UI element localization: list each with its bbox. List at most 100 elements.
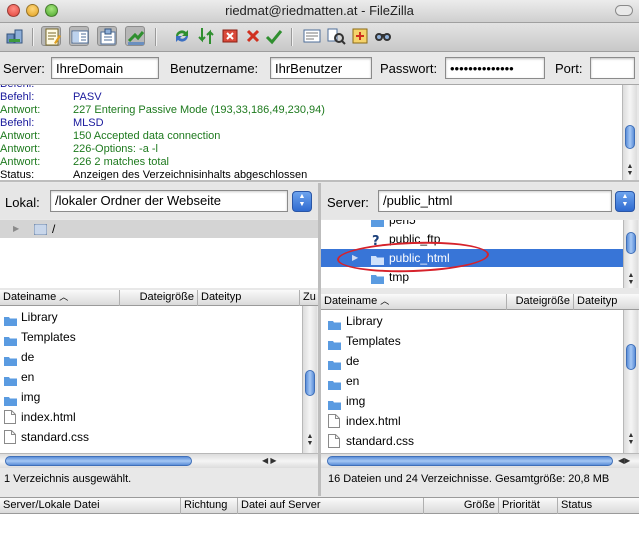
tree-row-root[interactable]: ▶ / (0, 220, 318, 238)
queue-col-size[interactable]: Größe (424, 498, 499, 514)
local-list-vscroll-arrows[interactable]: ▲ ▼ (305, 433, 315, 447)
remote-hscroll-arrows[interactable]: ◀▶ (618, 456, 630, 465)
remote-list-hscroll-thumb[interactable] (327, 456, 613, 466)
tree-item-label: / (52, 222, 56, 236)
find-icon[interactable] (373, 26, 393, 46)
log-toggle-icon[interactable] (41, 26, 61, 46)
remote-tree-scrollbar[interactable]: ▲ ▼ (623, 220, 638, 288)
remote-file-list: Library Templates de en img index.html standar… (321, 310, 623, 453)
local-list-vscroll-thumb[interactable] (305, 370, 315, 396)
reconnect-icon[interactable] (264, 26, 284, 46)
local-col-type[interactable]: Dateityp (198, 290, 300, 306)
file-list-row[interactable]: standard.css (321, 431, 623, 451)
queue-col-priority[interactable]: Priorität (499, 498, 558, 514)
local-path-dropdown-button[interactable]: ▲ ▼ (292, 191, 312, 212)
file-list-row[interactable]: Library (0, 307, 302, 327)
tree-item-label: perl5 (389, 220, 416, 227)
file-name: standard.css (21, 430, 90, 444)
file-name: de (346, 354, 360, 368)
disconnect-icon[interactable] (243, 26, 263, 46)
filter-icon[interactable] (302, 26, 322, 46)
remote-path-dropdown-button[interactable]: ▲ ▼ (615, 191, 635, 212)
toolbar-separator (32, 28, 34, 46)
file-list-row[interactable]: de (0, 347, 302, 367)
file-name: index.html (21, 410, 76, 424)
file-list-row[interactable]: de (321, 351, 623, 371)
queue-col-direction[interactable]: Richtung (181, 498, 238, 514)
remote-col-size[interactable]: Dateigröße (507, 294, 574, 310)
remote-col-name[interactable]: Dateiname ︿ (321, 294, 507, 310)
local-path-input[interactable]: /lokaler Ordner der Webseite (50, 190, 288, 212)
toolbar-separator (291, 28, 293, 46)
local-col-name[interactable]: Dateiname ︿ (0, 290, 120, 306)
log-scrollbar[interactable]: ▲ ▼ (622, 85, 637, 180)
sort-ascending-icon: ︿ (380, 296, 390, 306)
remote-tree-item[interactable]: perl5 (321, 220, 623, 229)
file-list-row[interactable]: index.html (321, 411, 623, 431)
remote-path-input[interactable]: /public_html (378, 190, 612, 212)
queue-header: Server/Lokale Datei Richtung Datei auf S… (0, 498, 639, 514)
file-list-row[interactable]: Templates (321, 331, 623, 351)
refresh-icon[interactable] (172, 26, 192, 46)
queue-col-remote-file[interactable]: Datei auf Server (238, 498, 424, 514)
file-list-row[interactable]: Library (321, 311, 623, 331)
queue-toggle-icon[interactable] (125, 26, 145, 46)
log-row: Antwort: 226-Options: -a -l (0, 143, 620, 156)
remote-col-type[interactable]: Dateityp (574, 294, 639, 310)
file-name: standard.css (346, 434, 415, 448)
sync-browse-icon[interactable] (350, 26, 370, 46)
disclosure-triangle-icon[interactable]: ▶ (13, 220, 19, 238)
port-label: Port: (555, 61, 583, 76)
log-scroll-arrows[interactable]: ▲ ▼ (625, 163, 635, 177)
file-name: Templates (346, 334, 401, 348)
queue-col-file[interactable]: Server/Lokale Datei (0, 498, 181, 514)
file-list-row[interactable]: en (0, 367, 302, 387)
file-list-row[interactable]: img (0, 387, 302, 407)
remote-list-vscrollbar[interactable]: ▲ ▼ (623, 310, 638, 453)
local-list-hscroll-thumb[interactable] (5, 456, 192, 466)
remote-list-vscroll-thumb[interactable] (626, 344, 636, 370)
password-input[interactable] (445, 57, 545, 79)
file-list-row[interactable]: standard.css (0, 427, 302, 447)
folder-icon (371, 271, 384, 288)
log-row-type: Antwort: (0, 156, 41, 168)
remote-tree-icon[interactable] (97, 26, 117, 46)
file-name: Templates (21, 330, 76, 344)
log-row-message: 227 Entering Passive Mode (193,33,186,49… (73, 104, 325, 116)
file-name: Library (346, 314, 383, 328)
remote-tree-scrollbar-thumb[interactable] (626, 232, 636, 254)
remote-label: Server: (327, 195, 369, 210)
remote-list-hscrollbar[interactable]: ◀▶ (321, 453, 639, 468)
remote-list-vscroll-arrows[interactable]: ▲ ▼ (626, 432, 636, 446)
toolbar-toggle-button[interactable] (615, 5, 633, 16)
cancel-icon[interactable] (220, 26, 240, 46)
compare-icon[interactable] (326, 26, 346, 46)
process-queue-icon[interactable] (196, 26, 216, 46)
log-row-type: Antwort: (0, 130, 41, 142)
file-list-row[interactable]: img (321, 391, 623, 411)
file-list-row[interactable]: Templates (0, 327, 302, 347)
local-file-list: Library Templates de en img index.html standar… (0, 306, 302, 453)
username-input[interactable] (270, 57, 372, 79)
horizontal-splitter[interactable] (0, 180, 639, 182)
password-label: Passwort: (380, 61, 438, 76)
file-list-row[interactable]: index.html (0, 407, 302, 427)
log-scrollbar-thumb[interactable] (625, 125, 635, 149)
local-hscroll-arrows[interactable]: ◀ ▶ (262, 456, 277, 465)
remote-tree-scroll-arrows[interactable]: ▲ ▼ (626, 272, 636, 286)
local-list-hscrollbar[interactable]: ◀ ▶ (0, 453, 318, 468)
queue-col-status[interactable]: Status (558, 498, 639, 514)
local-list-vscrollbar[interactable]: ▲ ▼ (302, 306, 317, 453)
file-list-row[interactable]: en (321, 371, 623, 391)
server-label: Server: (3, 61, 45, 76)
server-input[interactable] (51, 57, 159, 79)
local-col-modified[interactable]: Zu (300, 290, 318, 306)
log-row-message: 226-Options: -a -l (73, 143, 158, 155)
remote-tree-item[interactable]: tmp (321, 268, 623, 286)
tree-toggle-icon[interactable] (69, 26, 89, 46)
local-col-size[interactable]: Dateigröße (120, 290, 198, 306)
site-manager-icon[interactable] (5, 26, 25, 46)
local-directory-tree: ▶ / (0, 220, 318, 288)
port-input[interactable] (590, 57, 635, 79)
log-row-type: Befehl: (0, 91, 35, 103)
